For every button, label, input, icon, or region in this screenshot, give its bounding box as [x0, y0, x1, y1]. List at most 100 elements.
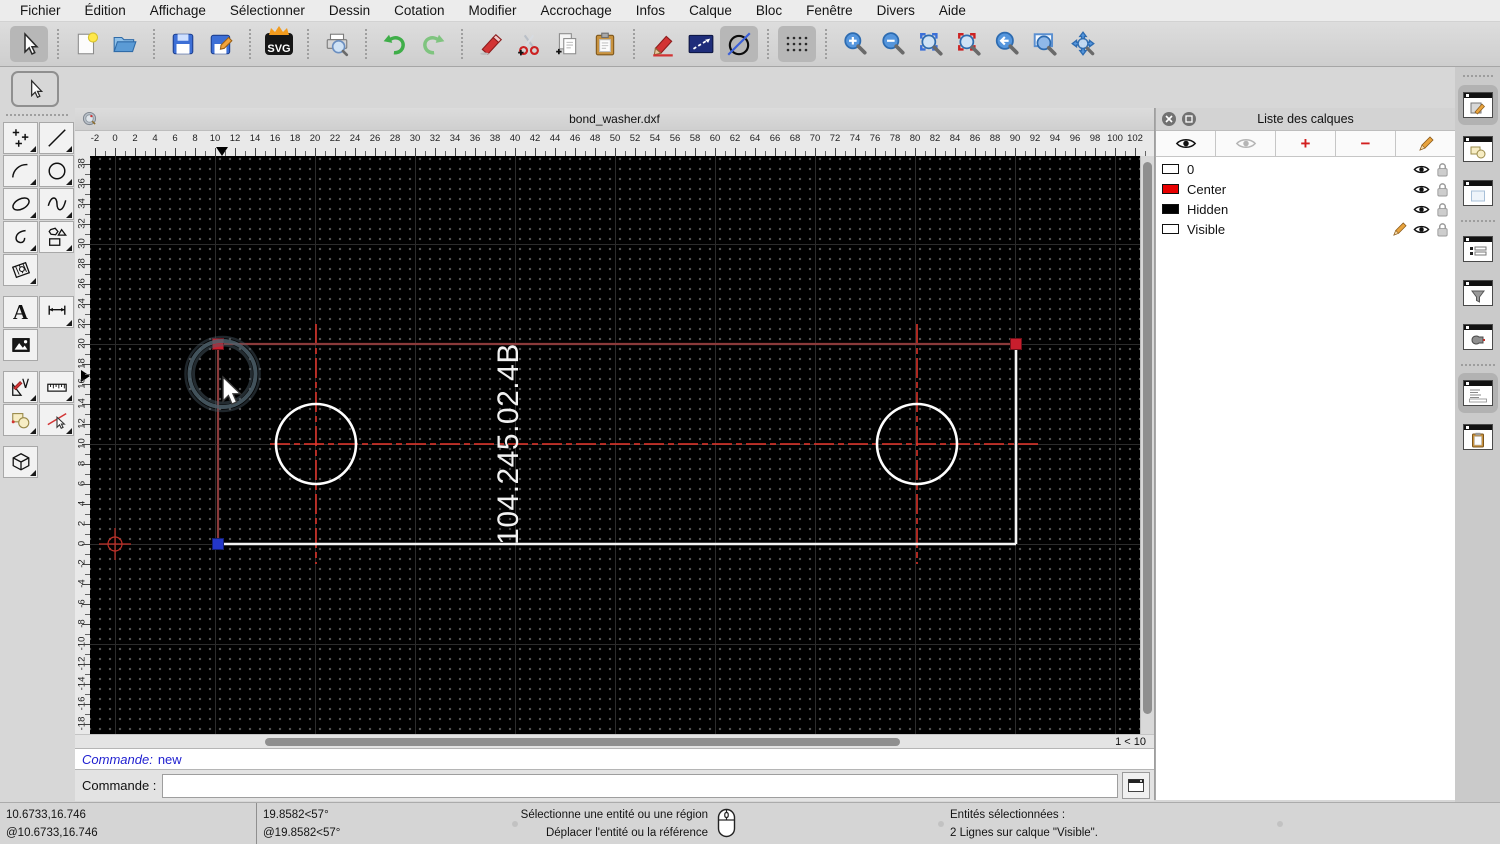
command-input[interactable]: [162, 773, 1118, 798]
horizontal-scrollbar[interactable]: [75, 735, 1088, 749]
zoom-window-button[interactable]: [1026, 26, 1064, 62]
menu-item-fenetre[interactable]: Fenêtre: [794, 3, 865, 18]
solid-3d-tool[interactable]: [3, 446, 38, 478]
line-rectangle-button[interactable]: [682, 26, 720, 62]
menu-item-divers[interactable]: Divers: [865, 3, 927, 18]
layer-visible-icon[interactable]: [1413, 164, 1430, 175]
arc-tool[interactable]: [3, 155, 38, 187]
cut-button[interactable]: [510, 26, 548, 62]
layer-color-swatch[interactable]: [1162, 224, 1179, 234]
edit-layer-button[interactable]: [1396, 131, 1455, 156]
remove-layer-button[interactable]: −: [1336, 131, 1396, 156]
close-icon[interactable]: [1162, 112, 1176, 126]
add-layer-button[interactable]: +: [1276, 131, 1336, 156]
layer-lock-icon[interactable]: [1436, 202, 1449, 217]
layer-visible-icon[interactable]: [1413, 184, 1430, 195]
layer-color-swatch[interactable]: [1162, 164, 1179, 174]
polyline-tool[interactable]: [3, 221, 38, 253]
layer-lock-icon[interactable]: [1436, 162, 1449, 177]
menu-item-bloc[interactable]: Bloc: [744, 3, 794, 18]
hide-all-layers-button[interactable]: [1216, 131, 1276, 156]
layer-row-center[interactable]: Center: [1156, 179, 1455, 199]
layer-visible-icon[interactable]: [1413, 224, 1430, 235]
export-svg-button[interactable]: SVG: [260, 26, 298, 62]
measure-tool[interactable]: [39, 371, 74, 403]
paste-button[interactable]: [586, 26, 624, 62]
selection-pointer-button[interactable]: [11, 71, 59, 107]
blocks-tool[interactable]: [3, 404, 38, 436]
menu-item-modifier[interactable]: Modifier: [456, 3, 528, 18]
layer-lock-icon[interactable]: [1436, 182, 1449, 197]
handle-bottom-left[interactable]: [211, 538, 224, 550]
redo-button[interactable]: [414, 26, 452, 62]
clipboard-panel-toggle[interactable]: [1458, 417, 1498, 457]
undo-button[interactable]: [376, 26, 414, 62]
image-tool[interactable]: [3, 329, 38, 361]
menu-item-calque[interactable]: Calque: [677, 3, 744, 18]
zoom-previous-button[interactable]: [988, 26, 1026, 62]
menu-item-accrochage[interactable]: Accrochage: [528, 3, 623, 18]
line-tool[interactable]: [39, 122, 74, 154]
show-all-layers-button[interactable]: [1156, 131, 1216, 156]
layer-row-visible[interactable]: Visible: [1156, 219, 1455, 239]
select-tool-button[interactable]: [10, 26, 48, 62]
handle-top-right[interactable]: [1009, 338, 1022, 350]
draw-pen-button[interactable]: [644, 26, 682, 62]
command-options-button[interactable]: [1122, 772, 1150, 799]
palette-drag-handle[interactable]: [6, 114, 68, 120]
delete-button[interactable]: [472, 26, 510, 62]
shapes-tool[interactable]: [39, 221, 74, 253]
points-tool[interactable]: [3, 122, 38, 154]
zoom-out-button[interactable]: [874, 26, 912, 62]
filter-toggle[interactable]: [1458, 273, 1498, 313]
spline-tool[interactable]: [39, 188, 74, 220]
menu-item-affichage[interactable]: Affichage: [138, 3, 218, 18]
menu-item-edition[interactable]: Édition: [73, 3, 138, 18]
zoom-selected-button[interactable]: [950, 26, 988, 62]
centerlines[interactable]: [269, 324, 1040, 564]
menu-item-cotation[interactable]: Cotation: [382, 3, 456, 18]
snap-grid-button[interactable]: [778, 26, 816, 62]
layer-visible-icon[interactable]: [1413, 204, 1430, 215]
text-tool[interactable]: A: [3, 296, 38, 328]
library-browser-toggle[interactable]: [1458, 173, 1498, 213]
hatch-tool[interactable]: [3, 254, 38, 286]
open-file-button[interactable]: [106, 26, 144, 62]
command-widget-toggle[interactable]: [1457, 373, 1498, 413]
menu-item-selectionner[interactable]: Sélectionner: [218, 3, 317, 18]
layer-color-swatch[interactable]: [1162, 204, 1179, 214]
horizontal-scrollbar-thumb[interactable]: [265, 737, 900, 746]
select-entity-tool[interactable]: [39, 404, 74, 436]
vertical-scrollbar-thumb[interactable]: [1143, 162, 1153, 714]
layer-color-swatch[interactable]: [1162, 184, 1179, 194]
drawing-canvas[interactable]: 104.245.02.4B: [89, 156, 1141, 734]
ellipse-tool[interactable]: [3, 188, 38, 220]
zoom-in-button[interactable]: [836, 26, 874, 62]
vertical-scrollbar[interactable]: [1140, 156, 1154, 734]
circle-tool[interactable]: [39, 155, 74, 187]
float-window-icon[interactable]: [1182, 112, 1196, 126]
block-list-toggle[interactable]: [1458, 129, 1498, 169]
layer-lock-icon[interactable]: [1436, 222, 1449, 237]
part-label[interactable]: 104.245.02.4B: [492, 343, 525, 545]
circle-line-button[interactable]: [720, 26, 758, 62]
save-button[interactable]: [164, 26, 202, 62]
new-file-button[interactable]: [68, 26, 106, 62]
menu-item-infos[interactable]: Infos: [624, 3, 677, 18]
entity-list-toggle[interactable]: [1458, 229, 1498, 269]
copy-button[interactable]: [548, 26, 586, 62]
menu-item-fichier[interactable]: Fichier: [8, 3, 73, 18]
layer-row-0[interactable]: 0: [1156, 159, 1455, 179]
strip-drag-handle[interactable]: [1462, 75, 1493, 77]
print-preview-button[interactable]: [318, 26, 356, 62]
dimension-tool[interactable]: [39, 296, 74, 328]
menu-item-dessin[interactable]: Dessin: [317, 3, 382, 18]
save-as-button[interactable]: [202, 26, 240, 62]
layer-list-toggle[interactable]: [1457, 85, 1498, 125]
pan-button[interactable]: [1064, 26, 1102, 62]
modify-tool[interactable]: [3, 371, 38, 403]
layer-row-hidden[interactable]: Hidden: [1156, 199, 1455, 219]
menu-item-aide[interactable]: Aide: [927, 3, 978, 18]
clamp-tool-toggle[interactable]: [1458, 317, 1498, 357]
zoom-auto-button[interactable]: [912, 26, 950, 62]
